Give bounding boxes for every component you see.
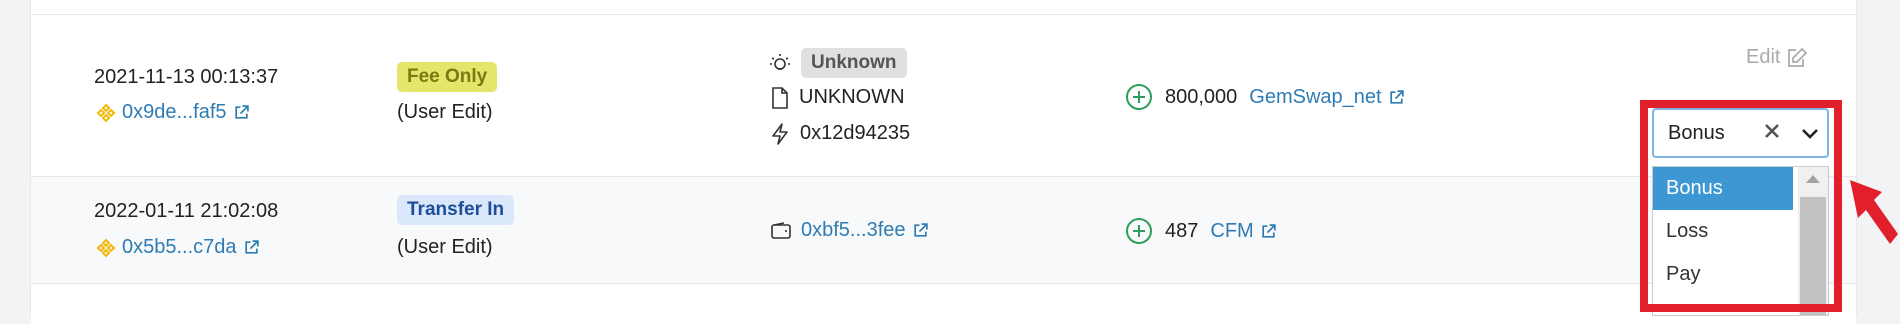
pointer-arrow-icon <box>1850 180 1898 244</box>
highlight-box <box>1640 100 1842 312</box>
external-link-icon[interactable] <box>1388 89 1405 106</box>
edit-label[interactable]: Edit <box>1746 46 1780 69</box>
table-row: 2021-11-13 00:13:37 0x9de...faf5 Fee Onl… <box>31 15 1856 177</box>
lightning-icon <box>772 122 788 145</box>
counterparty-link[interactable]: 0xbf5...3fee <box>801 219 929 242</box>
pencil-square-icon[interactable] <box>1786 47 1808 69</box>
tx-date: 2022-01-11 21:02:08 <box>94 200 279 222</box>
tx-type-note: (User Edit) <box>397 236 493 258</box>
protocol-text: UNKNOWN <box>799 86 905 108</box>
transactions-table: 2021-11-13 00:13:37 0x9de...faf5 Fee Onl… <box>30 0 1857 324</box>
table-row <box>31 284 1856 324</box>
external-link-icon[interactable] <box>243 239 260 256</box>
counterparty-line: 0xbf5...3fee <box>771 219 929 242</box>
external-link-icon[interactable] <box>912 222 929 239</box>
tx-hash-text[interactable]: 0x9de...faf5 <box>122 101 227 124</box>
token-link[interactable]: CFM <box>1210 220 1276 243</box>
tx-hash-link[interactable]: 0x5b5...c7da <box>96 236 260 259</box>
table-row: 2022-01-11 21:02:08 0x5b5...c7da Transfe… <box>31 177 1856 284</box>
token-name[interactable]: CFM <box>1210 220 1253 243</box>
plus-circle-icon <box>1126 218 1152 244</box>
lightbulb-icon <box>770 54 790 70</box>
token-name[interactable]: GemSwap_net <box>1249 86 1381 109</box>
bnb-chain-icon <box>96 103 116 122</box>
external-link-icon[interactable] <box>233 104 250 121</box>
category-badge[interactable]: Unknown <box>801 48 907 78</box>
tx-date: 2021-11-13 00:13:37 <box>94 66 279 88</box>
token-link[interactable]: GemSwap_net <box>1249 86 1404 109</box>
amount-line: 487 CFM <box>1125 217 1277 245</box>
bnb-chain-icon <box>96 238 116 257</box>
amount-value: 487 <box>1165 219 1199 242</box>
category-line: Unknown <box>769 48 907 78</box>
tx-hash-link[interactable]: 0x9de...faf5 <box>96 101 250 124</box>
method-text: 0x12d94235 <box>800 122 911 144</box>
plus-circle-icon <box>1126 84 1152 110</box>
amount-value: 800,000 <box>1165 85 1238 108</box>
external-link-icon[interactable] <box>1260 223 1277 240</box>
tx-type-badge[interactable]: Transfer In <box>397 195 515 225</box>
edit-button[interactable]: Edit <box>1746 46 1808 69</box>
document-icon <box>772 86 788 109</box>
tx-type-badge[interactable]: Fee Only <box>397 62 498 92</box>
wallet-icon <box>771 221 791 239</box>
method-line: 0x12d94235 <box>770 122 910 145</box>
tx-hash-text[interactable]: 0x5b5...c7da <box>122 236 237 259</box>
counterparty-address[interactable]: 0xbf5...3fee <box>801 219 906 242</box>
tx-type-note: (User Edit) <box>397 101 493 123</box>
protocol-line: UNKNOWN <box>771 86 905 109</box>
amount-line: 800,000 GemSwap_net <box>1125 83 1405 111</box>
